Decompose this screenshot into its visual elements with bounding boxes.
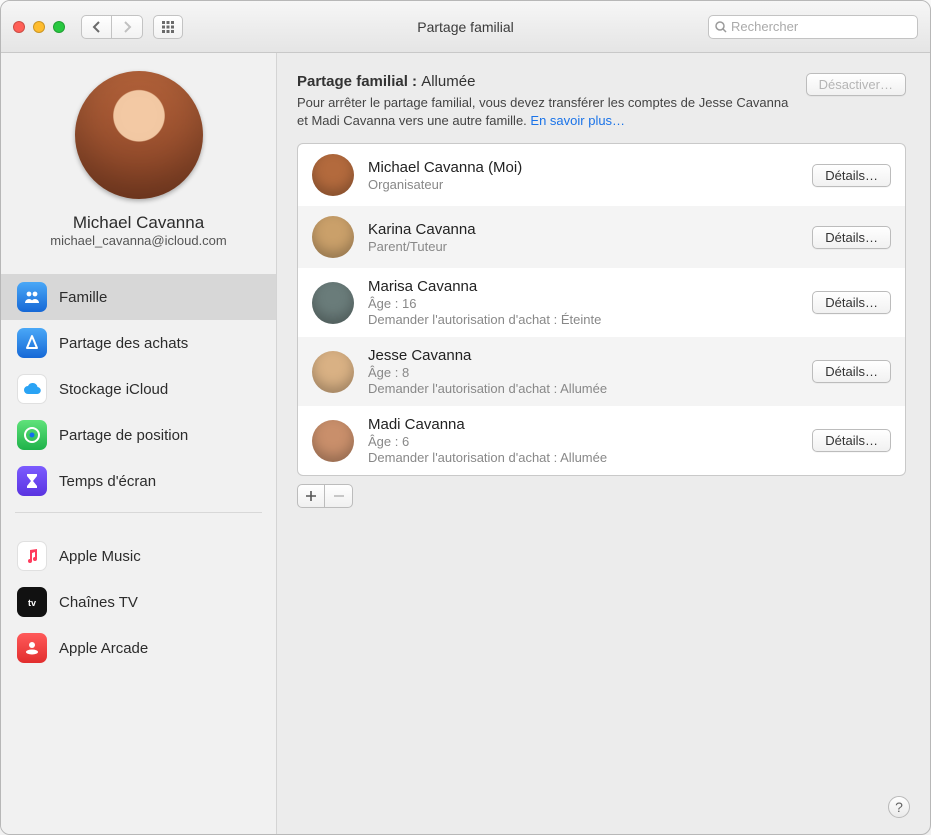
sidebar-item-tv-channels[interactable]: tv Chaînes TV <box>1 579 276 625</box>
cloud-icon <box>17 374 47 404</box>
member-ask-to-buy: Demander l'autorisation d'achat : Éteint… <box>368 312 798 327</box>
sidebar-item-purchase-sharing[interactable]: Partage des achats <box>1 320 276 366</box>
sidebar-item-screen-time[interactable]: Temps d'écran <box>1 458 276 504</box>
family-member-row[interactable]: Michael Cavanna (Moi) Organisateur Détai… <box>298 144 905 206</box>
details-button[interactable]: Détails… <box>812 360 891 383</box>
family-sharing-title: Partage familial : Allumée <box>297 73 794 90</box>
arcade-icon <box>17 633 47 663</box>
family-member-row[interactable]: Karina Cavanna Parent/Tuteur Détails… <box>298 206 905 268</box>
remove-member-button[interactable] <box>325 484 353 508</box>
sidebar-item-apple-arcade[interactable]: Apple Arcade <box>1 625 276 671</box>
family-sharing-description: Pour arrêter le partage familial, vous d… <box>297 94 794 129</box>
family-member-row[interactable]: Marisa Cavanna Âge : 16 Demander l'autor… <box>298 268 905 337</box>
member-name: Jesse Cavanna <box>368 347 798 364</box>
sidebar-divider <box>15 512 262 513</box>
sidebar-item-family[interactable]: Famille <box>1 274 276 320</box>
avatar <box>312 420 354 462</box>
family-sharing-status: Allumée <box>421 73 475 90</box>
preferences-window: Partage familial Michael Cavanna michael… <box>0 0 931 835</box>
member-ask-to-buy: Demander l'autorisation d'achat : Allumé… <box>368 450 798 465</box>
sidebar-item-label: Partage des achats <box>59 335 188 352</box>
sidebar-item-apple-music[interactable]: Apple Music <box>1 533 276 579</box>
member-ask-to-buy: Demander l'autorisation d'achat : Allumé… <box>368 381 798 396</box>
deactivate-button[interactable]: Désactiver… <box>806 73 906 96</box>
avatar <box>312 154 354 196</box>
member-name: Michael Cavanna (Moi) <box>368 159 798 176</box>
window-body: Michael Cavanna michael_cavanna@icloud.c… <box>1 53 930 834</box>
member-name: Karina Cavanna <box>368 221 798 238</box>
sidebar-list-secondary: Apple Music tv Chaînes TV Apple Arcade <box>1 533 276 671</box>
minimize-window-button[interactable] <box>33 21 45 33</box>
avatar <box>312 282 354 324</box>
profile-email: michael_cavanna@icloud.com <box>50 233 227 248</box>
search-input[interactable] <box>731 19 911 34</box>
close-window-button[interactable] <box>13 21 25 33</box>
sidebar-item-label: Famille <box>59 289 107 306</box>
member-role: Âge : 8 <box>368 365 798 380</box>
forward-button[interactable] <box>112 16 142 38</box>
nav-back-forward <box>81 15 143 39</box>
member-name: Marisa Cavanna <box>368 278 798 295</box>
search-icon <box>715 21 727 33</box>
sidebar-item-label: Apple Arcade <box>59 640 148 657</box>
profile-name: Michael Cavanna <box>73 213 204 233</box>
help-button[interactable]: ? <box>888 796 910 818</box>
sidebar-list-primary: Famille Partage des achats Stockage iClo… <box>1 274 276 504</box>
main-pane: Partage familial : Allumée Pour arrêter … <box>277 53 930 834</box>
svg-text:tv: tv <box>28 598 36 608</box>
sidebar-item-location-sharing[interactable]: Partage de position <box>1 412 276 458</box>
tv-icon: tv <box>17 587 47 617</box>
details-button[interactable]: Détails… <box>812 226 891 249</box>
details-button[interactable]: Détails… <box>812 291 891 314</box>
profile-section: Michael Cavanna michael_cavanna@icloud.c… <box>1 71 276 262</box>
add-remove-controls <box>297 484 906 508</box>
hourglass-icon <box>17 466 47 496</box>
window-controls <box>13 21 65 33</box>
sidebar-item-icloud-storage[interactable]: Stockage iCloud <box>1 366 276 412</box>
main-header: Partage familial : Allumée Pour arrêter … <box>297 73 906 129</box>
learn-more-link[interactable]: En savoir plus… <box>530 113 625 128</box>
member-name: Madi Cavanna <box>368 416 798 433</box>
zoom-window-button[interactable] <box>53 21 65 33</box>
music-icon <box>17 541 47 571</box>
titlebar: Partage familial <box>1 1 930 53</box>
show-all-prefs-button[interactable] <box>153 15 183 39</box>
add-member-button[interactable] <box>297 484 325 508</box>
sidebar: Michael Cavanna michael_cavanna@icloud.c… <box>1 53 277 834</box>
location-icon <box>17 420 47 450</box>
avatar <box>312 216 354 258</box>
details-button[interactable]: Détails… <box>812 164 891 187</box>
appstore-icon <box>17 328 47 358</box>
member-role: Âge : 6 <box>368 434 798 449</box>
profile-avatar <box>75 71 203 199</box>
details-button[interactable]: Détails… <box>812 429 891 452</box>
member-role: Organisateur <box>368 177 798 192</box>
family-member-list: Michael Cavanna (Moi) Organisateur Détai… <box>297 143 906 476</box>
sidebar-item-label: Partage de position <box>59 427 188 444</box>
family-member-row[interactable]: Madi Cavanna Âge : 6 Demander l'autorisa… <box>298 406 905 475</box>
family-icon <box>17 282 47 312</box>
sidebar-item-label: Temps d'écran <box>59 473 156 490</box>
sidebar-item-label: Apple Music <box>59 548 141 565</box>
member-role: Âge : 16 <box>368 296 798 311</box>
avatar <box>312 351 354 393</box>
sidebar-item-label: Chaînes TV <box>59 594 138 611</box>
back-button[interactable] <box>82 16 112 38</box>
member-role: Parent/Tuteur <box>368 239 798 254</box>
sidebar-item-label: Stockage iCloud <box>59 381 168 398</box>
search-field-container <box>708 15 918 39</box>
family-member-row[interactable]: Jesse Cavanna Âge : 8 Demander l'autoris… <box>298 337 905 406</box>
